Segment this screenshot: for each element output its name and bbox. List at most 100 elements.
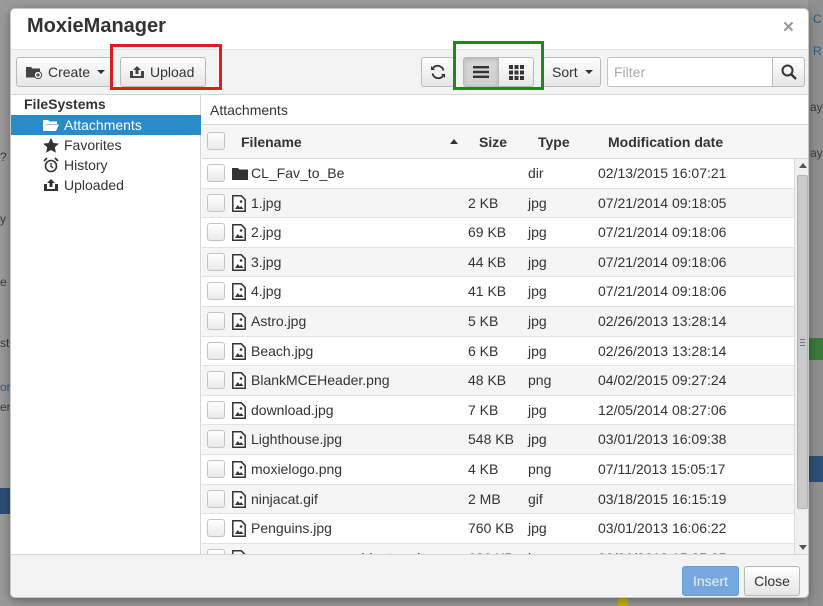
cell-type: dir (528, 165, 544, 181)
cell-type: jpg (528, 401, 547, 418)
row-checkbox[interactable] (207, 252, 225, 271)
image-file-icon (232, 520, 246, 540)
sidebar-item-favorites[interactable]: Favorites (11, 135, 201, 155)
cell-date: 07/21/2014 09:18:06 (598, 283, 727, 300)
cell-date: 03/01/2013 16:09:38 (598, 431, 727, 448)
sidebar-item-history[interactable]: History (11, 155, 201, 175)
cell-filename: Lighthouse.jpg (251, 431, 343, 448)
table-row[interactable]: Lighthouse.jpg 548 KB jpg 03/01/2013 16:09:… (202, 425, 794, 455)
select-all-checkbox[interactable] (207, 132, 225, 150)
filter-input[interactable] (607, 57, 773, 87)
image-file-icon (232, 372, 246, 392)
row-checkbox[interactable] (207, 223, 225, 242)
grip-line (800, 342, 805, 343)
cell-type: jpg (528, 342, 547, 359)
table-row[interactable]: 1.jpg 2 KB jpg 07/21/2014 09:18:05 (202, 188, 794, 219)
cell-type: gif (528, 490, 543, 507)
cell-date: 03/01/2013 16:06:22 (598, 520, 727, 537)
cell-filename: Penguins.jpg (251, 520, 332, 537)
cell-type: jpg (528, 520, 547, 537)
cell-type: jpg (528, 194, 547, 211)
row-checkbox[interactable] (207, 519, 225, 538)
table-row[interactable]: Beach.jpg 6 KB jpg 02/26/2013 13:28:14 (202, 337, 794, 367)
row-checkbox[interactable] (207, 430, 225, 449)
row-checkbox[interactable] (207, 341, 225, 360)
create-button[interactable]: Create (16, 57, 113, 87)
cell-filename: 1.jpg (251, 194, 282, 211)
row-checkbox[interactable] (207, 312, 225, 330)
row-checkbox[interactable] (207, 282, 225, 301)
refresh-button[interactable] (421, 57, 454, 87)
scrollbar-thumb[interactable] (797, 175, 808, 509)
row-checkbox[interactable] (207, 164, 225, 182)
cell-date: 02/13/2015 16:07:21 (598, 165, 727, 181)
background-text: R (813, 44, 822, 58)
cell-size: 6 KB (468, 342, 499, 359)
row-checkbox[interactable] (207, 460, 225, 478)
cell-size: 2 KB (468, 194, 499, 211)
sidebar-item-label: History (64, 157, 108, 173)
image-file-icon (232, 342, 246, 363)
image-file-icon (232, 194, 246, 215)
background-text: ay (810, 100, 823, 114)
image-file-icon (232, 401, 246, 422)
row-checkbox[interactable] (207, 371, 225, 390)
cell-date: 07/21/2014 09:18:05 (598, 194, 727, 211)
background-bar (809, 338, 823, 360)
upload-box-icon (43, 178, 59, 192)
table-row[interactable]: BlankMCEHeader.png 48 KB png 04/02/2015 09:… (202, 366, 794, 396)
folder-open-icon (43, 119, 59, 132)
background-bar (809, 456, 823, 482)
cell-size: 41 KB (468, 283, 507, 300)
row-checkbox[interactable] (207, 193, 225, 212)
table-row[interactable]: 2.jpg 69 KB jpg 07/21/2014 09:18:06 (202, 218, 794, 248)
cell-filename: Beach.jpg (251, 342, 314, 359)
cell-date: 02/26/2013 13:28:14 (598, 342, 727, 359)
insert-button[interactable]: Insert (682, 566, 739, 596)
moxiemanager-dialog: MoxieManager × Create Upload Sort Filter… (10, 8, 809, 598)
cell-type: jpg (528, 224, 547, 241)
cell-type: jpg (528, 283, 547, 300)
column-header-modification-date[interactable]: Modification date (608, 134, 723, 150)
table-row[interactable]: CL_Fav_to_Be dir 02/13/2015 16:07:21 (202, 159, 794, 189)
filesystems-title: FileSystems (24, 96, 106, 112)
close-button[interactable]: Close (744, 566, 800, 596)
sidebar-item-label: Uploaded (64, 177, 124, 193)
sidebar-item-uploaded[interactable]: Uploaded (11, 175, 201, 195)
cell-date: 12/05/2014 08:27:06 (598, 401, 727, 418)
cell-filename: Astro.jpg (251, 313, 307, 329)
column-header-size[interactable]: Size (479, 134, 507, 150)
table-row[interactable]: 3.jpg 44 KB jpg 07/21/2014 09:18:06 (202, 247, 794, 278)
cell-size: 2 MB (468, 490, 501, 507)
sidebar-item-attachments[interactable]: Attachments (11, 115, 201, 135)
row-checkbox[interactable] (207, 489, 225, 508)
table-row[interactable]: 4.jpg 41 KB jpg 07/21/2014 09:18:06 (202, 277, 794, 307)
background-right-strip (808, 0, 823, 606)
table-row[interactable]: moxielogo.png 4 KB png 07/11/2013 15:05:17 (202, 455, 794, 485)
scroll-down-icon[interactable] (799, 545, 807, 550)
table-row[interactable]: download.jpg 7 KB jpg 12/05/2014 08:27:06 (202, 396, 794, 426)
cell-size: 48 KB (468, 372, 507, 389)
sort-button[interactable]: Sort (543, 57, 601, 87)
cell-filename: 2.jpg (251, 224, 282, 241)
grip-line (800, 345, 805, 346)
table-row[interactable]: ninjacat.gif 2 MB gif 03/18/2015 16:15:19 (202, 484, 794, 515)
upload-highlight-box (110, 44, 222, 90)
vertical-scrollbar[interactable] (794, 159, 808, 554)
chevron-down-icon (97, 70, 106, 74)
row-checkbox[interactable] (207, 400, 225, 419)
folder-icon (232, 167, 248, 183)
table-row[interactable]: summer_camp_wide_t_nv.jpg626 KBjpg02/26/… (202, 543, 794, 554)
table-row[interactable]: Astro.jpg 5 KB jpg 02/26/2013 13:28:14 (202, 307, 794, 337)
close-icon[interactable]: × (783, 18, 794, 37)
table-row[interactable]: Penguins.jpg 760 KB jpg 03/01/2013 16:06:22 (202, 514, 794, 544)
column-header-filename[interactable]: Filename (241, 134, 302, 150)
image-file-icon (232, 431, 246, 451)
cell-date: 03/18/2015 16:15:19 (598, 490, 727, 507)
search-button[interactable] (772, 57, 805, 87)
scroll-up-icon[interactable] (799, 163, 807, 168)
column-header-type[interactable]: Type (538, 134, 570, 150)
background-bar (0, 488, 10, 514)
cell-date: 07/21/2014 09:18:06 (598, 253, 727, 270)
folder-plus-icon (25, 65, 43, 79)
